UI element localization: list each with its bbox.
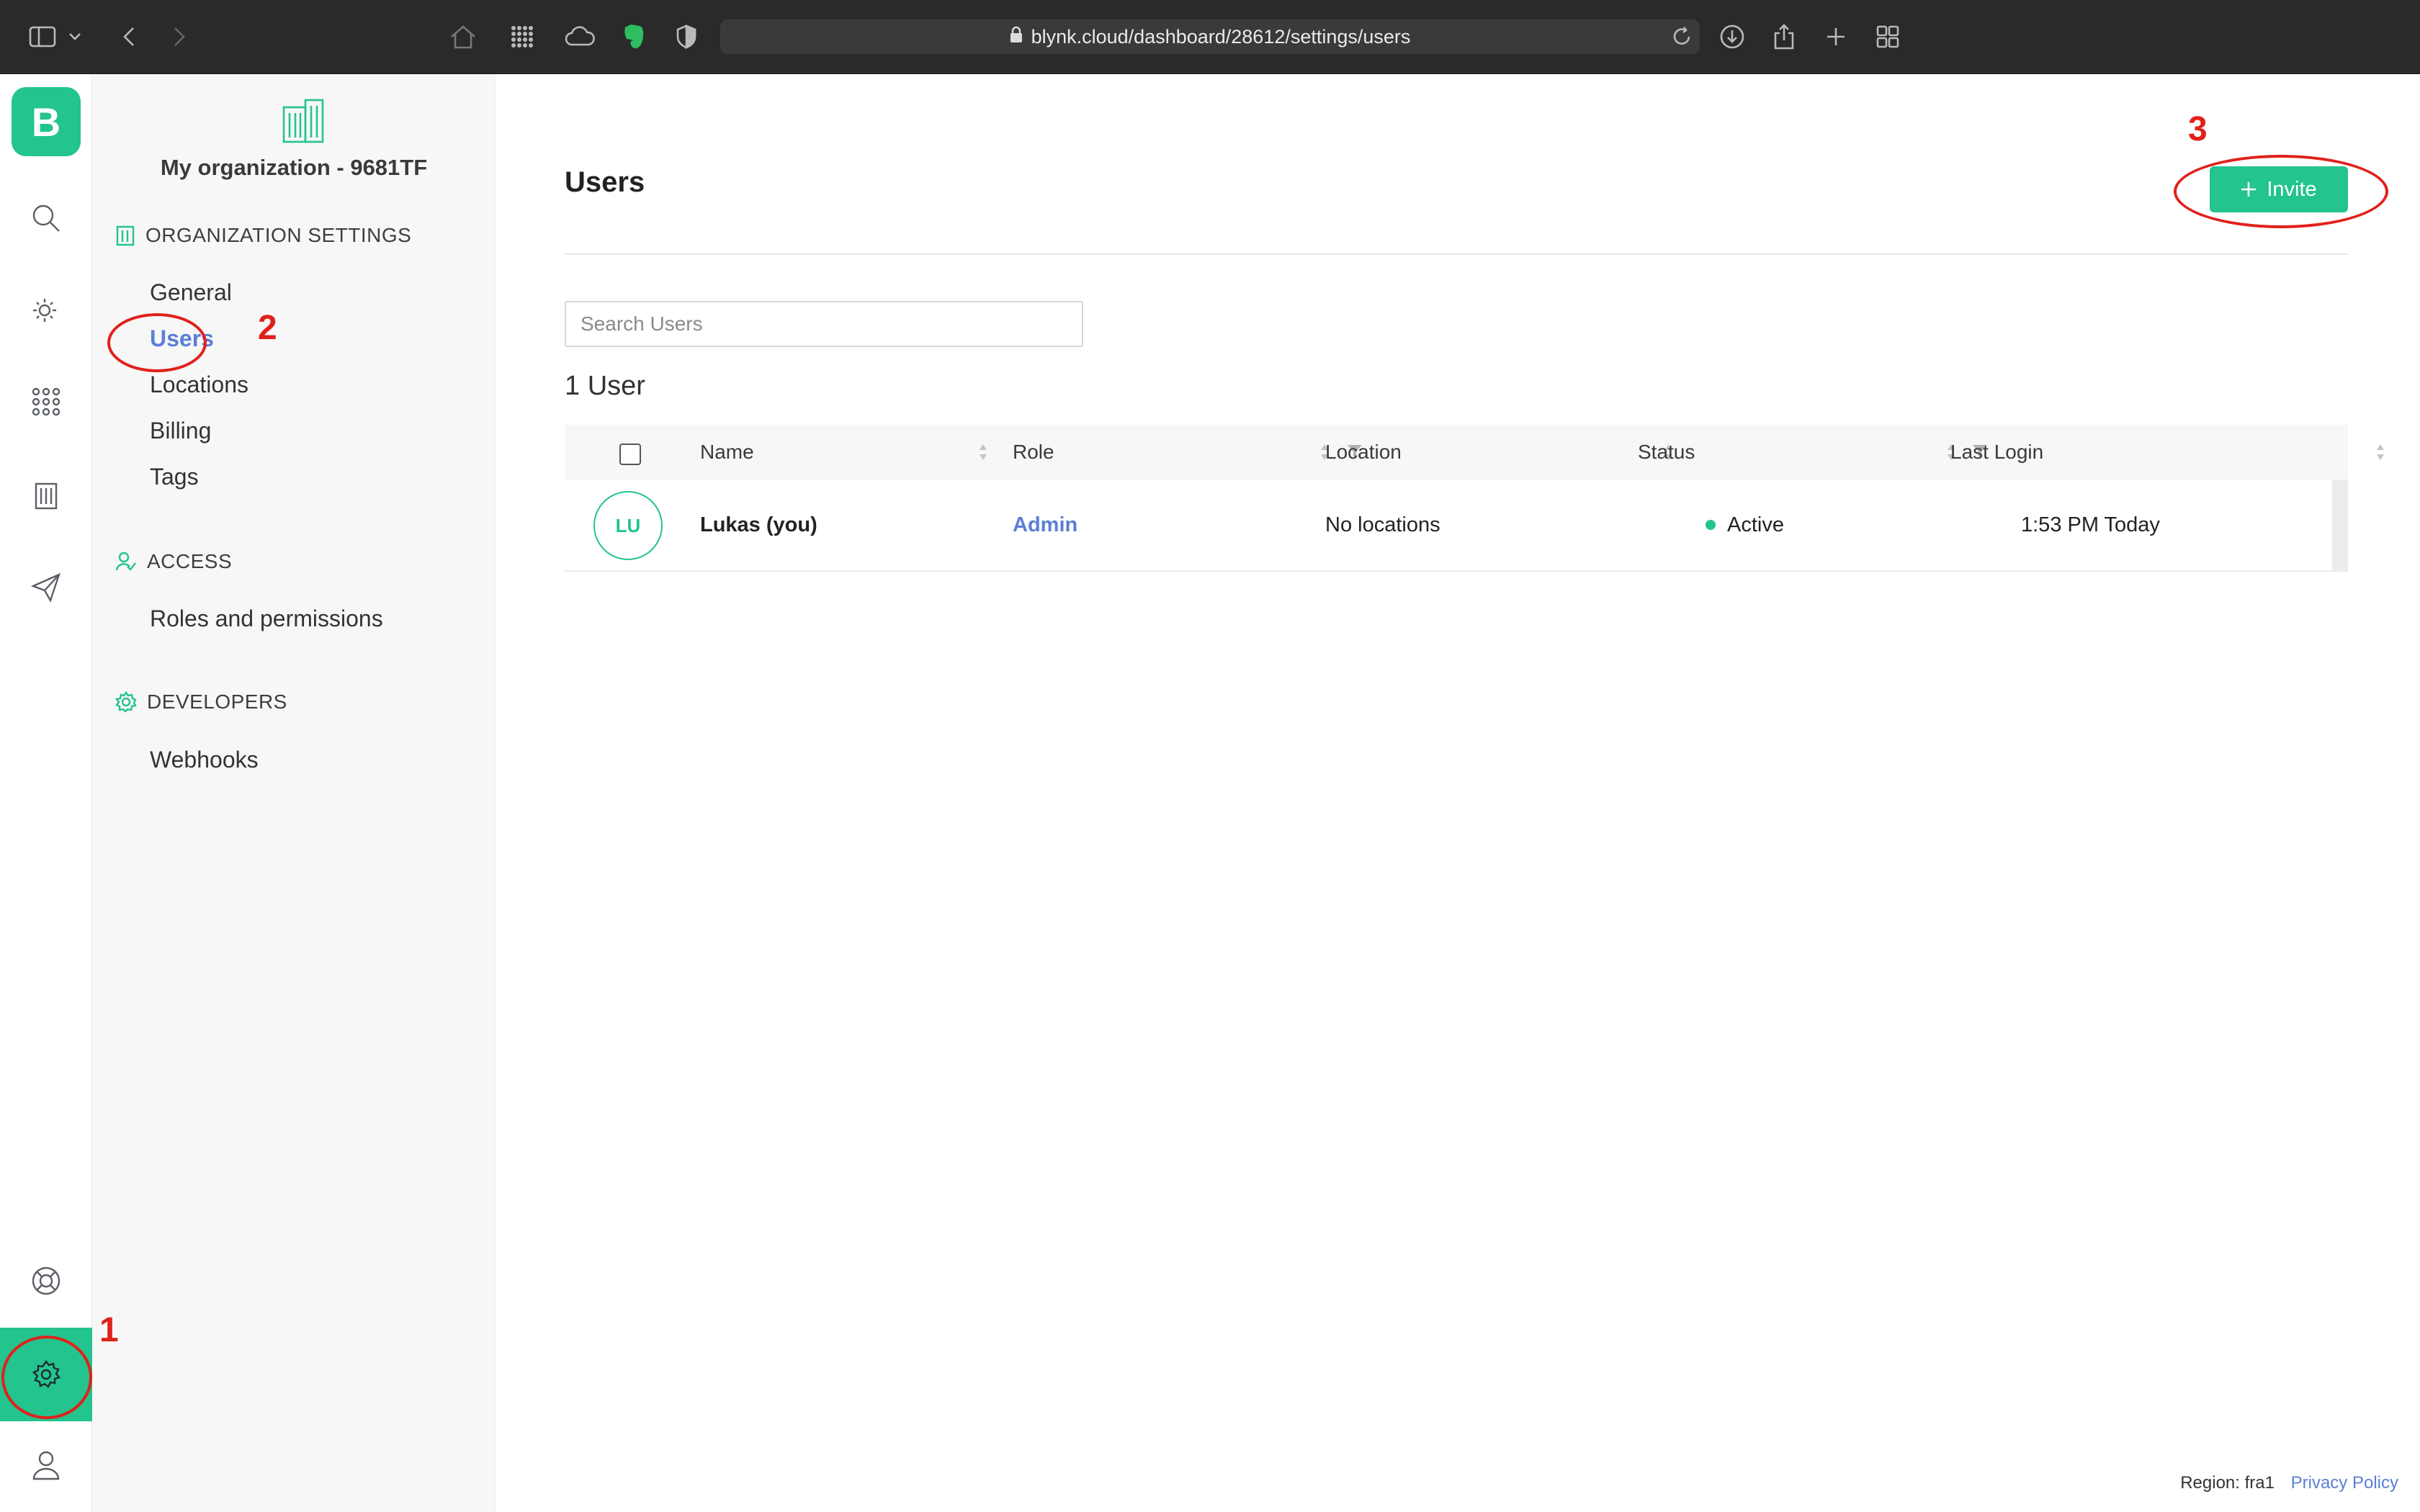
developer-gear-icon [115,691,137,713]
paper-plane-icon[interactable] [24,566,68,609]
url-text: blynk.cloud/dashboard/28612/settings/use… [1031,25,1411,48]
building-icon [116,225,135,246]
section-access: ACCESS [115,550,232,573]
back-icon[interactable] [114,22,144,52]
tab-overview-icon[interactable] [1873,22,1903,52]
column-header-role[interactable]: Role [1013,425,1054,480]
devices-sun-icon[interactable] [24,290,68,333]
evernote-icon[interactable] [618,22,648,52]
organization-name: My organization - 9681TF [160,155,428,180]
search-icon[interactable] [24,197,68,240]
user-role-link[interactable]: Admin [1013,480,1077,570]
search-users-input[interactable] [565,301,1083,347]
share-icon[interactable] [1769,22,1799,52]
avatar: LU [593,491,663,560]
annotation-number-3: 3 [2188,110,2208,148]
sidebar-item-roles-and-permissions[interactable]: Roles and permissions [150,606,383,632]
app-rail: B [0,74,92,1512]
page-title: Users [565,166,645,198]
annotation-number-1: 1 [99,1311,119,1349]
apps-grid-icon[interactable] [507,22,537,52]
privacy-policy-link[interactable]: Privacy Policy [2291,1473,2398,1493]
select-all-checkbox[interactable] [619,444,641,465]
chevron-down-icon[interactable] [65,22,85,52]
user-location: No locations [1325,513,1440,536]
annotation-ellipse-users [107,313,207,372]
sidebar-item-locations[interactable]: Locations [150,372,248,398]
user-name[interactable]: Lukas (you) [700,480,817,570]
footer: Region: fra1 Privacy Policy [2180,1473,2398,1493]
annotation-ellipse-settings [1,1336,92,1419]
reload-icon[interactable] [1667,22,1697,52]
new-tab-icon[interactable] [1821,22,1851,52]
lock-icon [1010,26,1023,48]
region-label: Region: fra1 [2180,1473,2275,1493]
sidebar-item-general[interactable]: General [150,279,232,306]
sort-icon[interactable] [2375,442,2385,462]
user-profile-icon[interactable] [24,1444,68,1487]
table-row[interactable]: LU Lukas (you) Admin No locations Active… [565,480,2348,572]
section-organization-settings: ORGANIZATION SETTINGS [115,224,411,247]
column-header-status[interactable]: Status [1638,425,1695,480]
column-header-name[interactable]: Name [700,425,754,480]
sort-icon[interactable] [978,442,988,462]
forward-icon[interactable] [164,22,194,52]
home-icon[interactable] [448,22,478,52]
cloud-icon[interactable] [565,22,595,52]
shield-icon[interactable] [671,22,702,52]
annotation-number-2: 2 [258,309,277,347]
sidebar-item-tags[interactable]: Tags [150,464,199,490]
section-developers: DEVELOPERS [115,690,287,714]
help-lifebuoy-icon[interactable] [24,1259,68,1302]
status-dot [1706,520,1716,530]
sidebar-item-billing[interactable]: Billing [150,418,211,444]
main-content: Users Invite 1 User Name Role Location S… [496,74,2420,1512]
user-count: 1 User [565,371,645,401]
row-scrollbar[interactable] [2332,480,2348,570]
sidebar-item-webhooks[interactable]: Webhooks [150,747,259,773]
annotation-ellipse-invite [2174,155,2388,228]
download-icon[interactable] [1717,22,1747,52]
user-status: Active [1706,480,1784,570]
column-header-last-login[interactable]: Last Login [1950,425,2043,480]
settings-sidebar: My organization - 9681TF ORGANIZATION SE… [92,74,496,1512]
user-access-icon [115,552,136,571]
table-header: Name Role Location Status Last Login [565,425,2384,480]
organization-icon [281,97,326,148]
organization-building-icon[interactable] [24,474,68,517]
templates-grid-icon[interactable] [24,380,68,423]
blynk-logo[interactable]: B [12,87,81,156]
sidebar-toggle-icon[interactable] [27,22,58,52]
header-divider [565,253,2348,255]
address-bar[interactable]: blynk.cloud/dashboard/28612/settings/use… [720,19,1700,54]
column-header-location[interactable]: Location [1325,425,1402,480]
browser-toolbar: blynk.cloud/dashboard/28612/settings/use… [0,0,2420,74]
user-last-login: 1:53 PM Today [2021,513,2160,536]
